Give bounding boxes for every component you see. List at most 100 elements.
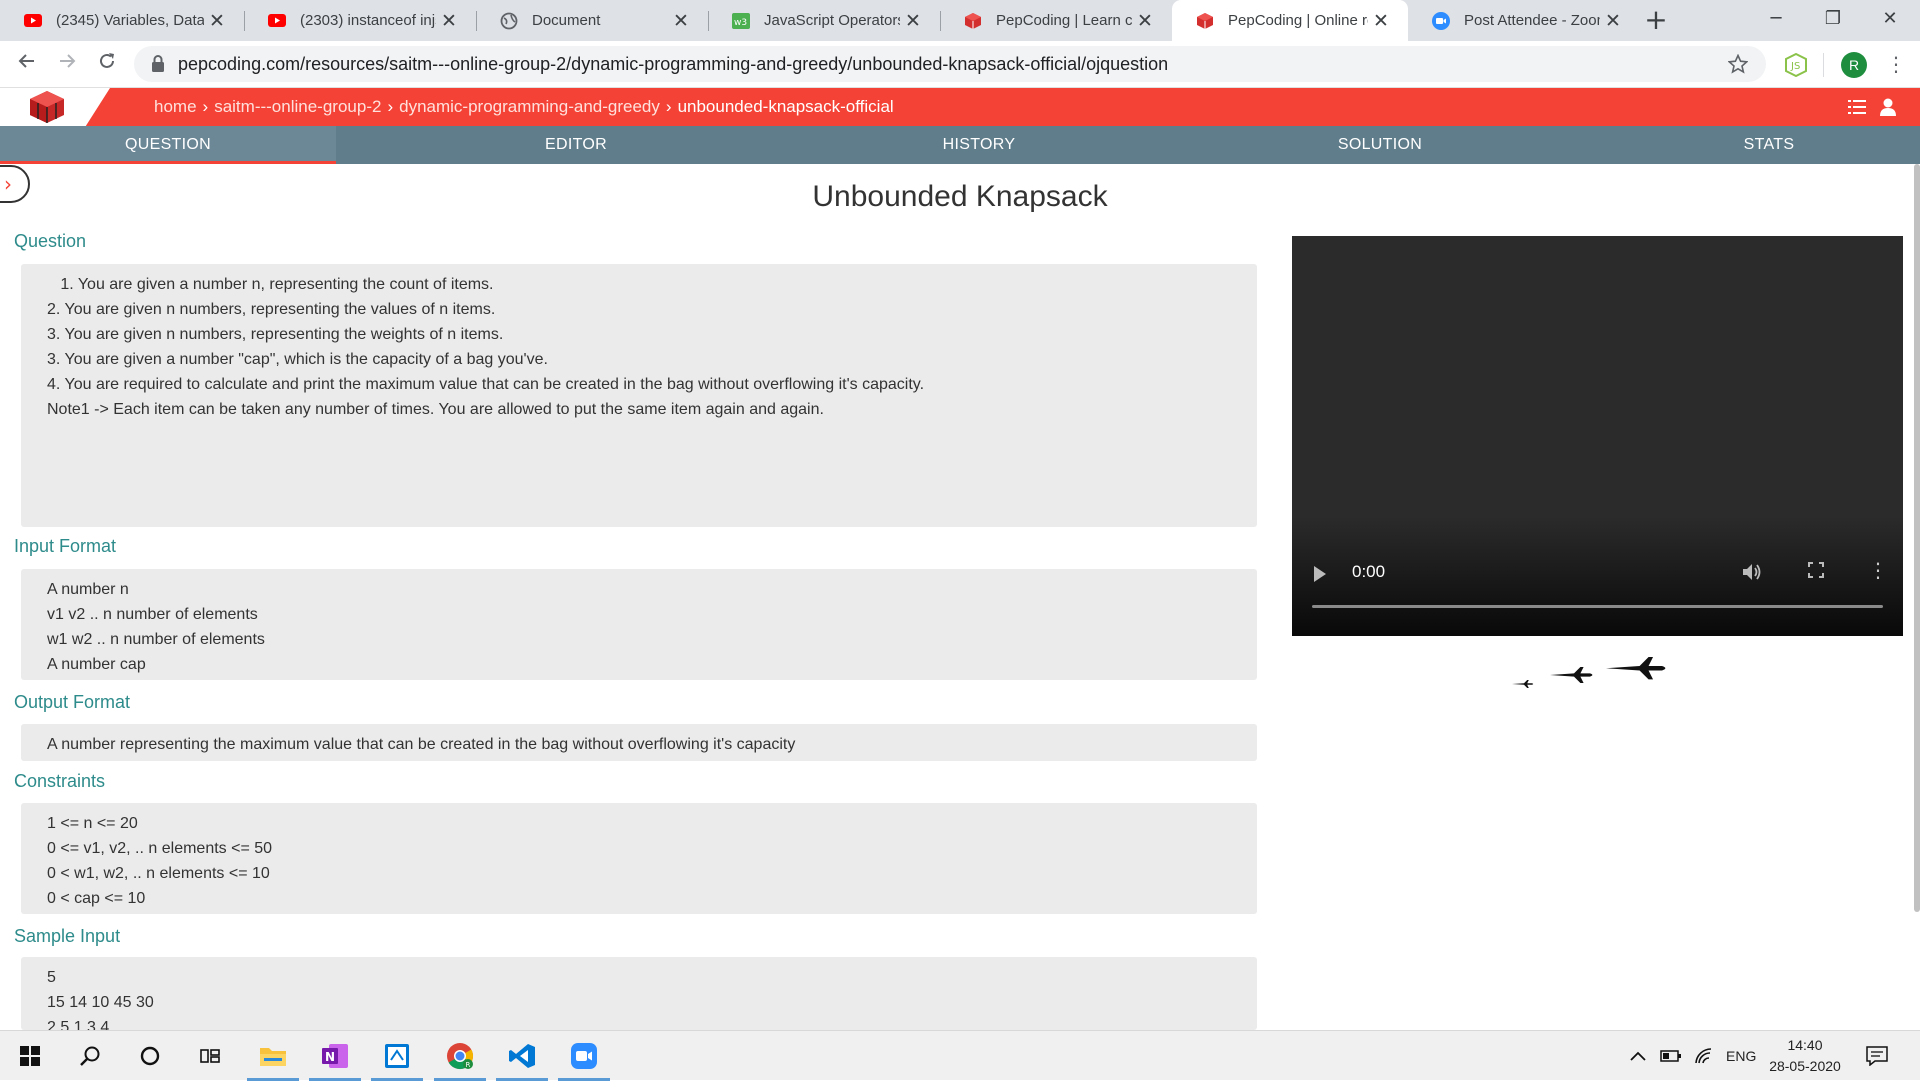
- speed-slow-icon[interactable]: [1512, 680, 1534, 688]
- system-clock[interactable]: 14:40 28-05-2020: [1760, 1035, 1850, 1077]
- section-label-question: Question: [14, 231, 87, 251]
- text-line: 4. You are required to calculate and pri…: [47, 376, 925, 393]
- input-format-box: A number n v1 v2 .. n number of elements…: [21, 569, 1257, 680]
- tab-editor[interactable]: EDITOR: [336, 126, 816, 164]
- address-bar[interactable]: pepcoding.com/resources/saitm---online-g…: [134, 46, 1766, 82]
- section-label-sample-input: Sample Input: [14, 926, 121, 946]
- page-title: Unbounded Knapsack: [812, 180, 1108, 213]
- tab-title: PepCoding | Learn comp: [996, 12, 1132, 29]
- pepcoding-icon: [1196, 12, 1214, 30]
- breadcrumb-topic[interactable]: dynamic-programming-and-greedy: [399, 88, 660, 126]
- profile-avatar[interactable]: R: [1841, 52, 1867, 78]
- language-indicator[interactable]: ENG: [1726, 1031, 1756, 1081]
- text-line: A number representing the maximum value …: [47, 736, 796, 753]
- tab-stats[interactable]: STATS: [1618, 126, 1920, 164]
- vscode-icon[interactable]: [492, 1031, 552, 1081]
- user-icon[interactable]: [1878, 97, 1898, 117]
- bookmark-star-icon[interactable]: [1728, 54, 1748, 74]
- text-line: 3. You are given n numbers, representing…: [47, 326, 504, 343]
- zoom-icon: [1432, 11, 1450, 30]
- pepcoding-icon: [964, 12, 982, 30]
- breadcrumb: home › saitm---online-group-2 › dynamic-…: [154, 88, 894, 126]
- text-line: 0 < cap <= 10: [47, 890, 146, 907]
- browser-menu-icon[interactable]: ⋮: [1886, 50, 1906, 78]
- breadcrumb-current: unbounded-knapsack-official: [677, 97, 894, 116]
- close-tab-icon[interactable]: ✕: [436, 10, 462, 32]
- browser-toolbar: pepcoding.com/resources/saitm---online-g…: [0, 41, 1920, 88]
- browser-tab[interactable]: Document ✕: [476, 0, 708, 41]
- new-tab-button[interactable]: +: [1640, 5, 1672, 37]
- page-scrollbar[interactable]: [1914, 164, 1920, 912]
- file-explorer-icon[interactable]: [243, 1031, 303, 1081]
- arrow-left-icon: [18, 54, 34, 68]
- text-line: w1 w2 .. n number of elements: [47, 631, 265, 648]
- browser-tab[interactable]: (2303) instanceof injs ch ✕: [244, 0, 476, 41]
- windows-taskbar: N R ENG 14:40 28-05-2020: [0, 1030, 1920, 1081]
- text-line: A number cap: [47, 656, 146, 673]
- svg-text:JS: JS: [1790, 61, 1800, 72]
- breadcrumb-home[interactable]: home: [154, 88, 197, 126]
- close-tab-icon[interactable]: ✕: [668, 10, 694, 32]
- zoom-icon[interactable]: [554, 1031, 614, 1081]
- maximize-button[interactable]: ❐: [1803, 0, 1863, 41]
- close-tab-icon[interactable]: ✕: [1600, 10, 1626, 32]
- browser-tab[interactable]: (2345) Variables, Data Types ✕: [0, 0, 244, 41]
- close-tab-icon[interactable]: ✕: [1132, 10, 1158, 32]
- battery-icon[interactable]: [1660, 1031, 1682, 1081]
- chevron-up-icon[interactable]: [1630, 1031, 1646, 1081]
- minimize-button[interactable]: ─: [1746, 0, 1806, 41]
- snipping-tool-icon[interactable]: [367, 1031, 427, 1081]
- close-tab-icon[interactable]: ✕: [1368, 10, 1394, 32]
- close-tab-icon[interactable]: ✕: [204, 10, 230, 32]
- cortana-icon[interactable]: [120, 1031, 180, 1081]
- fullscreen-icon[interactable]: [1808, 562, 1824, 578]
- browser-tab[interactable]: PepCoding | Learn comp ✕: [940, 0, 1172, 41]
- speed-normal-icon[interactable]: [1550, 667, 1593, 683]
- play-icon[interactable]: [1314, 566, 1326, 582]
- breadcrumb-group[interactable]: saitm---online-group-2: [214, 88, 381, 126]
- url-text: pepcoding.com/resources/saitm---online-g…: [178, 54, 1169, 74]
- more-options-icon[interactable]: ⋮: [1868, 558, 1888, 582]
- browser-tab-active[interactable]: PepCoding | Online reso ✕: [1172, 0, 1408, 41]
- text-line: 1. You are given a number n, representin…: [47, 276, 494, 293]
- window-close-button[interactable]: ✕: [1860, 0, 1920, 41]
- tab-title: (2345) Variables, Data Types: [56, 12, 204, 29]
- w3schools-icon: w3: [732, 12, 750, 30]
- windows-start-icon[interactable]: [0, 1031, 60, 1081]
- tab-question[interactable]: QUESTION: [0, 126, 336, 164]
- browser-tab[interactable]: w3 JavaScript Operators ✕: [708, 0, 940, 41]
- forward-button[interactable]: [51, 48, 83, 80]
- text-line: 2. You are given n numbers, representing…: [47, 301, 496, 318]
- lock-icon: [152, 55, 164, 72]
- problem-tabs: QUESTION EDITOR HISTORY SOLUTION STATS: [0, 126, 1920, 164]
- text-line: 2 5 1 3 4: [47, 1019, 110, 1030]
- onenote-icon[interactable]: N: [305, 1031, 365, 1081]
- speed-fast-icon[interactable]: [1606, 657, 1666, 680]
- notification-icon[interactable]: [1866, 1031, 1888, 1081]
- video-progress-bar[interactable]: [1312, 605, 1883, 608]
- arrow-right-icon: [60, 54, 76, 68]
- clock-date: 28-05-2020: [1769, 1058, 1841, 1074]
- extension-shield-icon[interactable]: JS: [1784, 53, 1808, 77]
- site-header: home › saitm---online-group-2 › dynamic-…: [0, 88, 1920, 126]
- search-icon[interactable]: [60, 1031, 120, 1081]
- tab-solution[interactable]: SOLUTION: [1142, 126, 1618, 164]
- reload-button[interactable]: [91, 48, 123, 80]
- back-button[interactable]: [11, 48, 43, 80]
- chrome-icon[interactable]: R: [430, 1031, 490, 1081]
- video-player[interactable]: 0:00 ⋮: [1292, 236, 1903, 636]
- list-menu-icon[interactable]: [1847, 97, 1867, 117]
- volume-icon[interactable]: [1742, 563, 1762, 581]
- close-tab-icon[interactable]: ✕: [900, 10, 926, 32]
- breadcrumb-separator: ›: [665, 97, 672, 116]
- globe-icon: [500, 12, 518, 30]
- svg-text:R: R: [466, 1061, 471, 1069]
- youtube-icon: [268, 12, 286, 30]
- wifi-icon[interactable]: [1694, 1031, 1714, 1081]
- constraints-box: 1 <= n <= 20 0 <= v1, v2, .. n elements …: [21, 803, 1257, 914]
- section-label-output-format: Output Format: [14, 692, 131, 712]
- tab-history[interactable]: HISTORY: [816, 126, 1142, 164]
- browser-tab[interactable]: Post Attendee - Zoom ✕: [1408, 0, 1640, 41]
- task-view-icon[interactable]: [180, 1031, 240, 1081]
- pepcoding-logo[interactable]: [28, 90, 66, 124]
